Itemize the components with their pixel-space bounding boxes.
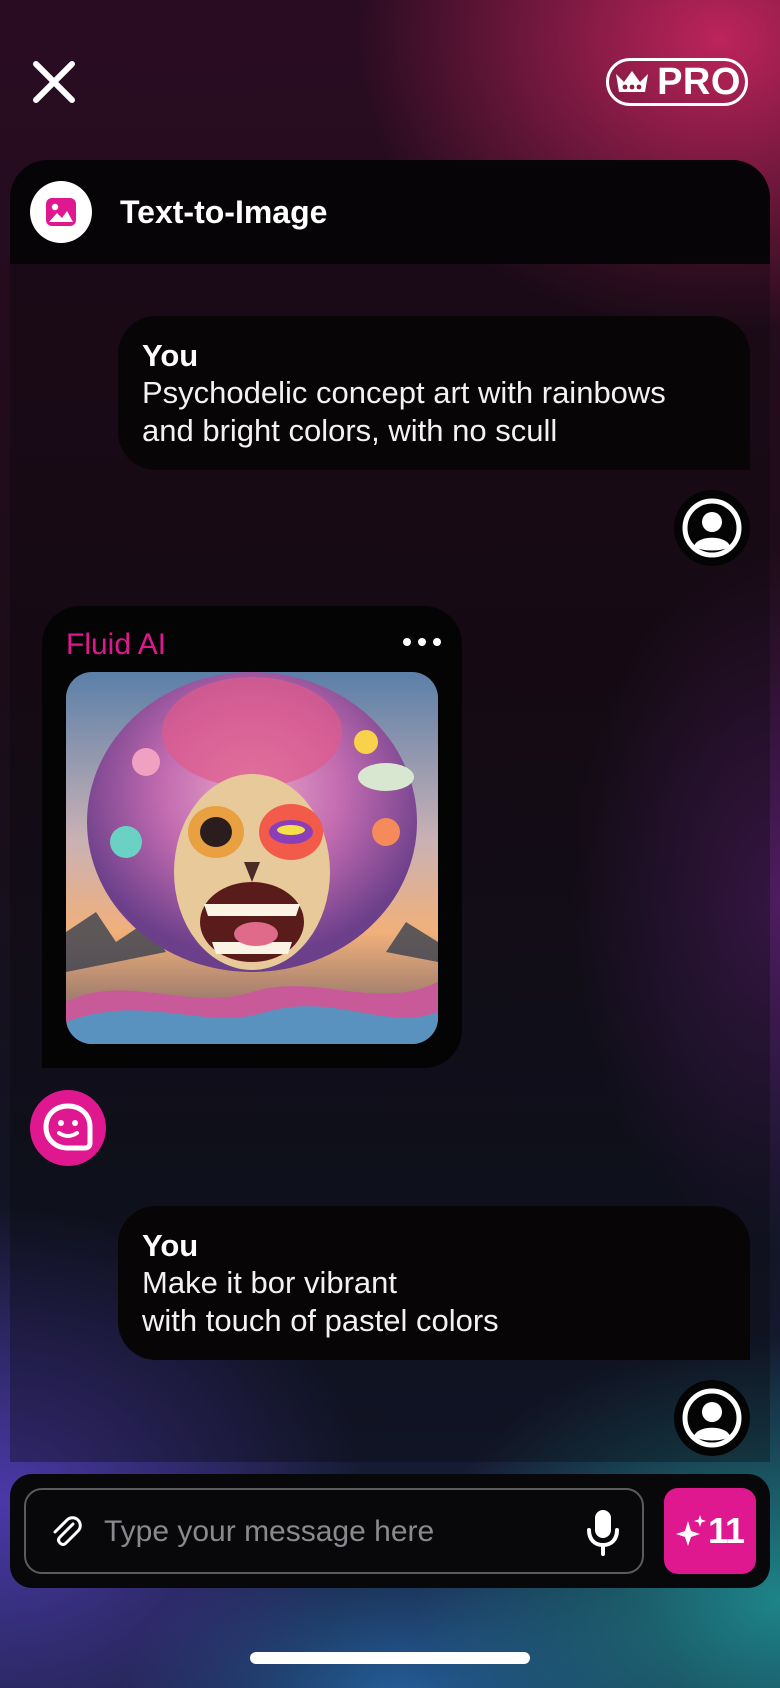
generate-button[interactable]: 11: [664, 1488, 756, 1574]
user-avatar: [674, 1380, 750, 1456]
credits-count: 11: [707, 1510, 745, 1551]
panel-title: Text-to-Image: [120, 194, 328, 230]
ai-avatar: [30, 1090, 106, 1166]
microphone-icon[interactable]: [586, 1508, 620, 1556]
top-bar: PRO: [0, 0, 780, 160]
panel-header: Text-to-Image: [10, 160, 770, 264]
sparkle-icon: [675, 1515, 706, 1546]
more-options-icon[interactable]: [402, 636, 442, 648]
pro-badge[interactable]: PRO: [606, 58, 748, 106]
chat-bot-icon: [43, 1103, 93, 1151]
image-icon: [46, 198, 76, 226]
message-composer: 11: [10, 1474, 770, 1588]
ai-message: Fluid AI: [42, 606, 462, 1068]
message-author: You: [142, 338, 199, 373]
close-icon[interactable]: [28, 56, 80, 108]
user-avatar: [674, 490, 750, 566]
home-indicator: [250, 1652, 530, 1664]
user-message: You Make it bor vibrant with touch of pa…: [118, 1206, 750, 1360]
psychedelic-skull-artwork: [66, 672, 438, 1044]
user-avatar-icon: [682, 498, 742, 558]
user-avatar-icon: [682, 1388, 742, 1448]
user-message: You Psychodelic concept art with rainbow…: [118, 316, 750, 470]
crown-icon: [616, 71, 649, 92]
message-input-box[interactable]: [24, 1488, 644, 1574]
message-author: Fluid AI: [66, 628, 167, 661]
generated-image[interactable]: [66, 672, 438, 1044]
message-text: Make it bor vibrant with touch of pastel…: [142, 1265, 499, 1338]
message-text: Psychodelic concept art with rainbows an…: [142, 375, 666, 448]
message-input[interactable]: [102, 1504, 546, 1560]
pro-label: PRO: [657, 61, 741, 103]
image-mode-icon: [30, 181, 92, 243]
chat-panel: Text-to-Image You Psychodelic concept ar…: [10, 160, 770, 1462]
message-author: You: [142, 1228, 199, 1263]
paperclip-icon[interactable]: [46, 1512, 86, 1552]
